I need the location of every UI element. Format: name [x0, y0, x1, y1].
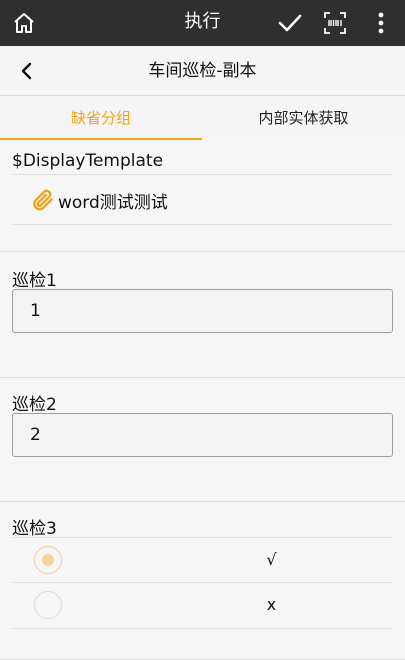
radio-option-yes[interactable]: √	[30, 538, 393, 582]
divider	[12, 174, 393, 175]
display-template-section: $DisplayTemplate word测试测试	[0, 140, 405, 252]
attachment-link[interactable]: word测试测试	[30, 186, 168, 214]
divider	[12, 628, 393, 629]
inspection-1-input[interactable]: 1	[12, 289, 393, 333]
field-label: 巡检2	[12, 395, 57, 415]
inspection-2-input[interactable]: 2	[12, 413, 393, 457]
check-icon[interactable]	[274, 0, 306, 46]
radio-option-label: √	[266, 550, 277, 569]
attachment-name: word测试测试	[58, 192, 168, 213]
page-header: 车间巡检-副本	[0, 46, 405, 96]
field-inspection-3: 巡检3 √ x	[0, 502, 405, 660]
more-vertical-icon[interactable]	[368, 0, 394, 46]
scan-icon[interactable]	[320, 0, 350, 46]
top-app-bar: 执行	[0, 0, 405, 46]
tab-internal-entity[interactable]: 内部实体获取	[202, 96, 405, 140]
tab-default-group[interactable]: 缺省分组	[0, 96, 202, 140]
radio-option-no[interactable]: x	[30, 583, 393, 627]
radio-unselected[interactable]	[34, 591, 62, 619]
paperclip-icon	[30, 187, 56, 213]
field-label: 巡检3	[12, 519, 57, 539]
display-template-label: $DisplayTemplate	[12, 151, 164, 171]
divider	[12, 224, 393, 225]
radio-selected[interactable]	[34, 546, 62, 574]
field-inspection-2: 巡检2 2	[0, 378, 405, 502]
tab-bar: 缺省分组 内部实体获取	[0, 96, 405, 140]
field-label: 巡检1	[12, 271, 57, 291]
field-inspection-1: 巡检1 1	[0, 252, 405, 378]
radio-option-label: x	[266, 595, 277, 614]
page-title: 车间巡检-副本	[148, 61, 257, 81]
